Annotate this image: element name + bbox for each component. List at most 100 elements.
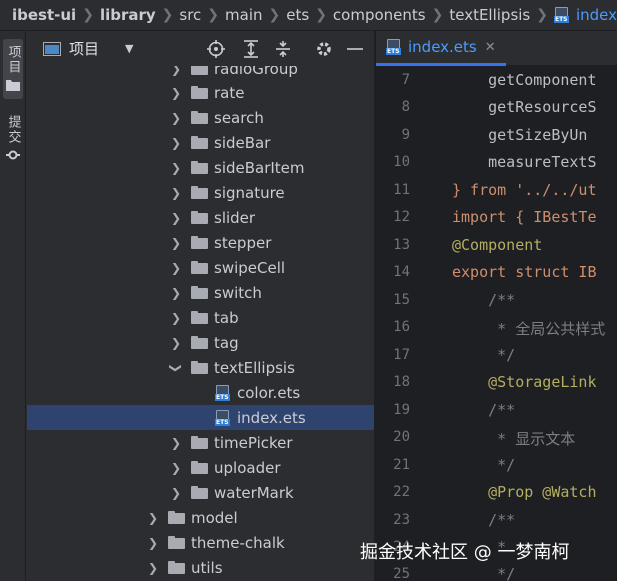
folder-icon <box>191 486 208 499</box>
code-line: @Prop @Watch <box>452 483 597 501</box>
chevron-right-icon[interactable]: ❯ <box>169 161 183 175</box>
breadcrumb-ibest-ui[interactable]: ibest-ui <box>12 6 76 24</box>
folder-icon <box>191 311 208 324</box>
chevron-right-icon[interactable]: ❯ <box>146 536 160 550</box>
editor-gutter: 7 8 9 10 11 12 13 14 15 16 17 18 19 20 2… <box>376 66 464 581</box>
breadcrumb-components[interactable]: components <box>333 6 426 24</box>
close-icon[interactable]: ✕ <box>485 40 496 55</box>
folder-icon <box>191 111 208 124</box>
chevron-right-icon: ❯ <box>315 7 327 23</box>
code-line: } from '../../ut <box>452 181 597 199</box>
expand-all-icon[interactable] <box>243 39 259 58</box>
tree-item-swipecell[interactable]: ❯ swipeCell <box>27 255 374 280</box>
breadcrumb-ets[interactable]: ets <box>286 6 309 24</box>
chevron-right-icon[interactable]: ❯ <box>169 336 183 350</box>
line-number: 16 <box>393 319 410 335</box>
tree-item-uploader[interactable]: ❯ uploader <box>27 455 374 480</box>
tree-item-model[interactable]: ❯ model <box>27 505 374 530</box>
project-tool-button[interactable]: 项目 <box>3 39 23 99</box>
breadcrumb-src[interactable]: src <box>179 6 201 24</box>
folder-icon <box>191 461 208 474</box>
locate-file-icon[interactable] <box>207 39 225 58</box>
tree-item-label: switch <box>214 283 262 302</box>
tree-item-tag[interactable]: ❯ tag <box>27 330 374 355</box>
breadcrumb-library[interactable]: library <box>100 6 156 24</box>
folder-icon <box>191 286 208 299</box>
chevron-right-icon[interactable]: ❯ <box>169 186 183 200</box>
code-line: getResourceS <box>452 98 597 116</box>
line-number: 11 <box>393 182 410 198</box>
chevron-right-icon[interactable]: ❯ <box>169 111 183 125</box>
tree-item-label: uploader <box>214 458 281 477</box>
breadcrumb-index-ets[interactable]: ETS index.ets <box>553 6 617 24</box>
tree-item-label: sideBarItem <box>214 158 305 177</box>
breadcrumb-main[interactable]: main <box>225 6 262 24</box>
tree-item-signature[interactable]: ❯ signature <box>27 180 374 205</box>
folder-icon <box>191 261 208 274</box>
tree-item-sidebar[interactable]: ❯ sideBar <box>27 130 374 155</box>
tree-item-stepper[interactable]: ❯ stepper <box>27 230 374 255</box>
tree-item-sidebaritem[interactable]: ❯ sideBarItem <box>27 155 374 180</box>
tree-item-switch[interactable]: ❯ switch <box>27 280 374 305</box>
chevron-down-icon[interactable]: ❯ <box>169 361 183 375</box>
tree-item-search[interactable]: ❯ search <box>27 105 374 130</box>
chevron-right-icon: ❯ <box>536 7 548 23</box>
tree-item-label: theme-chalk <box>191 533 285 552</box>
line-number: 18 <box>393 374 410 390</box>
chevron-right-icon[interactable]: ❯ <box>169 311 183 325</box>
chevron-right-icon[interactable]: ❯ <box>169 436 183 450</box>
tree-item-label: tab <box>214 308 239 327</box>
folder-icon <box>191 66 208 75</box>
tree-item-textellipsis[interactable]: ❯ textEllipsis <box>27 355 374 380</box>
code-line: /** <box>452 511 516 529</box>
chevron-right-icon[interactable]: ❯ <box>169 261 183 275</box>
tree-item-label: timePicker <box>214 433 293 452</box>
code-line: @Component <box>452 236 543 254</box>
chevron-right-icon[interactable]: ❯ <box>169 286 183 300</box>
project-view-icon <box>43 41 61 56</box>
line-number: 25 <box>393 566 410 581</box>
folder-icon <box>191 136 208 149</box>
chevron-right-icon[interactable]: ❯ <box>169 486 183 500</box>
chevron-right-icon[interactable]: ❯ <box>146 561 160 575</box>
view-dropdown-icon[interactable]: ▼ <box>125 42 133 55</box>
code-line: * 全局公共样式 <box>452 320 606 338</box>
line-number: 23 <box>393 512 410 528</box>
tree-item-watermark[interactable]: ❯ waterMark <box>27 480 374 505</box>
gear-icon[interactable] <box>315 40 333 58</box>
tree-item-label: rate <box>214 83 245 102</box>
line-number: 9 <box>401 127 410 143</box>
folder-icon <box>191 361 208 374</box>
editor-tab-bar: ETS index.ets ✕ <box>376 31 617 66</box>
chevron-right-icon[interactable]: ❯ <box>169 211 183 225</box>
tree-item-timepicker[interactable]: ❯ timePicker <box>27 430 374 455</box>
ets-file-icon: ETS <box>553 7 570 23</box>
tree-item-theme-chalk[interactable]: ❯ theme-chalk <box>27 530 374 555</box>
tree-item-index-ets[interactable]: ETS index.ets <box>27 405 374 430</box>
chevron-right-icon[interactable]: ❯ <box>169 236 183 250</box>
editor-tab-index-ets[interactable]: ETS index.ets ✕ <box>376 31 506 66</box>
tree-item-utils[interactable]: ❯ utils <box>27 555 374 580</box>
chevron-right-icon[interactable]: ❯ <box>169 66 183 76</box>
chevron-right-icon: ❯ <box>82 7 94 23</box>
commit-tool-button[interactable]: 提交 <box>3 111 23 171</box>
tree-item-tab[interactable]: ❯ tab <box>27 305 374 330</box>
chevron-right-icon[interactable]: ❯ <box>146 511 160 525</box>
chevron-right-icon[interactable]: ❯ <box>169 86 183 100</box>
tree-item-label: sideBar <box>214 133 271 152</box>
code-line: * 显示文本 <box>452 430 576 448</box>
tree-item-label: tag <box>214 333 239 352</box>
tool-window-strip: 项目 提交 <box>0 31 26 581</box>
tree-item-rate[interactable]: ❯ rate <box>27 80 374 105</box>
breadcrumb-textellipsis[interactable]: textEllipsis <box>449 6 530 24</box>
chevron-right-icon[interactable]: ❯ <box>169 461 183 475</box>
collapse-all-icon[interactable] <box>275 40 291 58</box>
project-tree: ❯ radioGroup ❯ rate ❯ search ❯ sideBar ❯… <box>27 66 374 581</box>
minimize-icon[interactable] <box>347 47 363 51</box>
line-number: 20 <box>393 429 410 445</box>
chevron-right-icon[interactable]: ❯ <box>169 136 183 150</box>
tree-item-color-ets[interactable]: ETS color.ets <box>27 380 374 405</box>
tree-item-slider[interactable]: ❯ slider <box>27 205 374 230</box>
code-editor[interactable]: getComponent getResourceS getSizeByUn me… <box>452 66 617 581</box>
tree-item-radiogroup[interactable]: ❯ radioGroup <box>27 66 374 81</box>
